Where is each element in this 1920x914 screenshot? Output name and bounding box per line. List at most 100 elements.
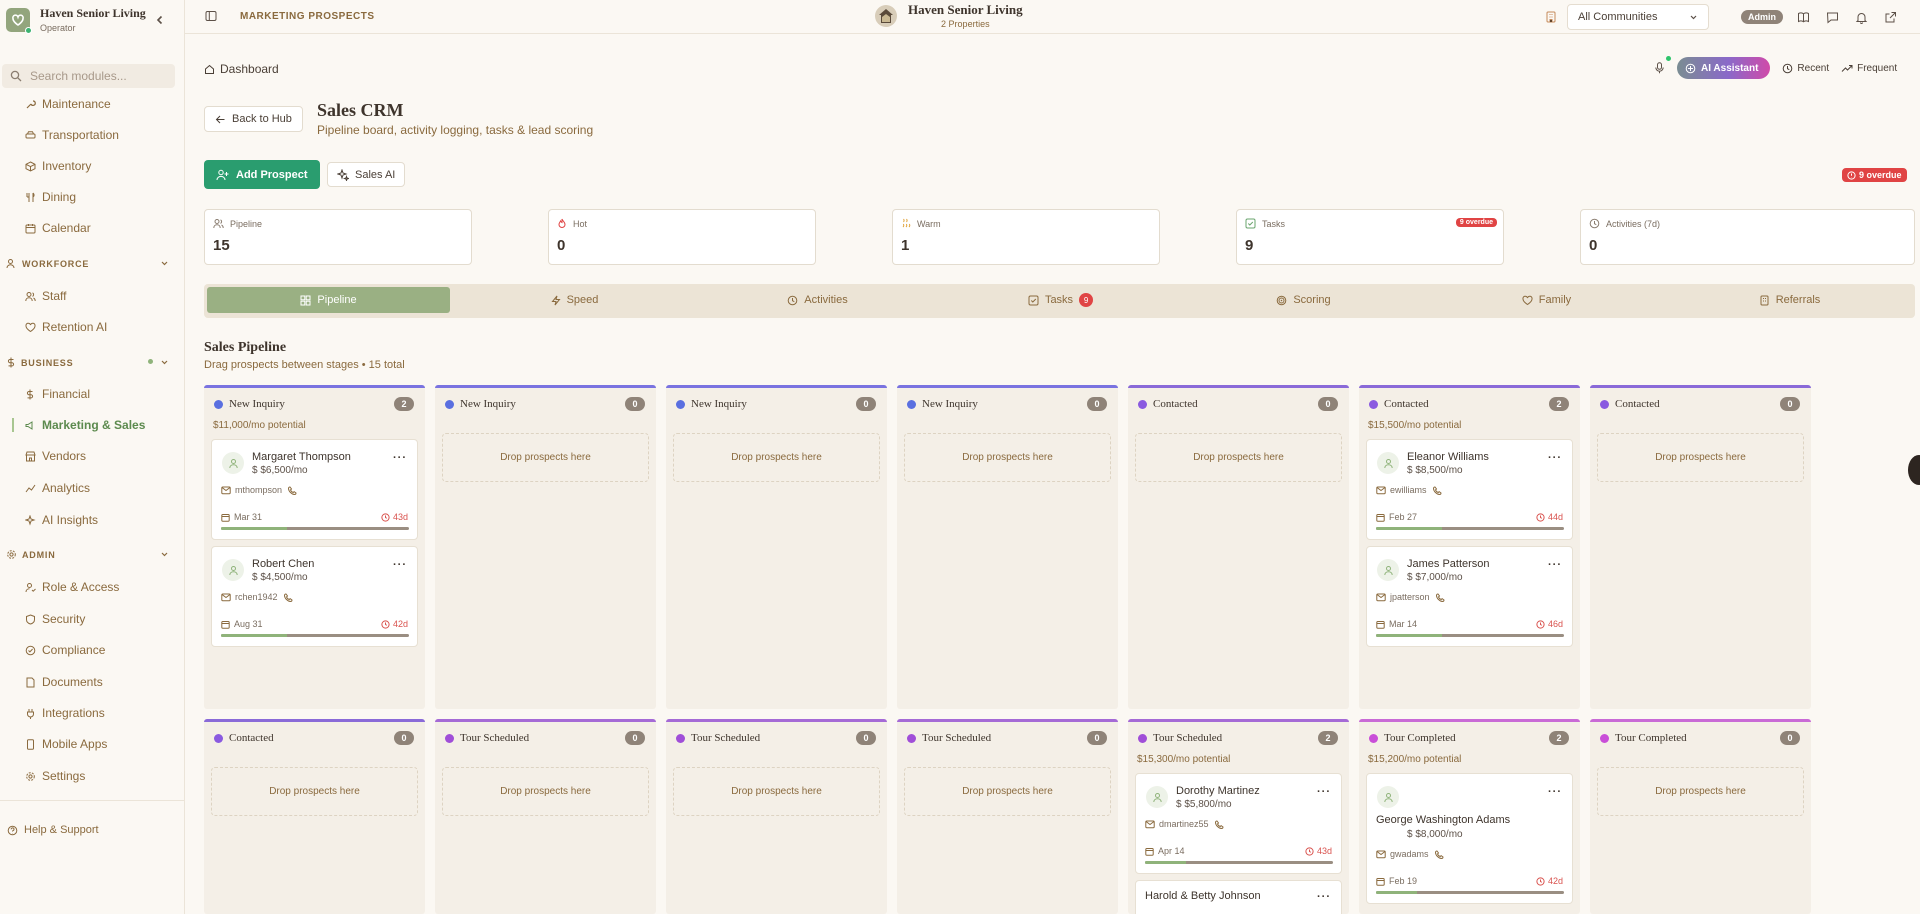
search-input[interactable]: Search modules...	[2, 64, 175, 88]
sidebar-item-inventory[interactable]: Inventory	[24, 159, 91, 173]
drop-zone[interactable]: Drop prospects here	[1135, 433, 1342, 482]
chevron-down-icon[interactable]	[160, 550, 169, 559]
drop-zone[interactable]: Drop prospects here	[904, 767, 1111, 816]
stat-card-tasks[interactable]: Tasks 9 9 overdue	[1236, 209, 1504, 265]
phone-icon[interactable]	[1214, 819, 1224, 829]
section-admin[interactable]: ADMIN	[6, 549, 56, 560]
chevron-left-icon[interactable]	[154, 14, 166, 26]
sidebar-item-vendors[interactable]: Vendors	[24, 449, 86, 463]
panel-toggle-icon[interactable]	[205, 10, 217, 22]
chevron-down-icon[interactable]	[160, 358, 169, 367]
phone-icon[interactable]	[283, 592, 293, 602]
more-menu-icon[interactable]: ···	[1548, 559, 1562, 571]
drop-zone[interactable]: Drop prospects here	[673, 767, 880, 816]
pipeline-column[interactable]: Contacted 0 Drop prospects here	[1128, 385, 1349, 709]
pipeline-column[interactable]: Tour Completed 0 Drop prospects here	[1590, 719, 1811, 914]
drop-zone[interactable]: Drop prospects here	[1597, 767, 1804, 816]
pipeline-column[interactable]: New Inquiry 0 Drop prospects here	[897, 385, 1118, 709]
stat-card-hot[interactable]: Hot 0	[548, 209, 816, 265]
more-menu-icon[interactable]: ···	[1317, 786, 1331, 798]
sidebar-item-dining[interactable]: Dining	[24, 190, 76, 204]
brand[interactable]: Haven Senior Living Operator	[6, 6, 146, 34]
microphone-icon[interactable]	[1654, 56, 1671, 74]
org-switcher[interactable]: Haven Senior Living 2 Properties	[875, 2, 1023, 29]
sidebar-item-maintenance[interactable]: Maintenance	[24, 97, 111, 111]
prospect-card[interactable]: Margaret Thompson $ $6,500/mo ··· mthomp…	[211, 439, 418, 540]
prospect-card[interactable]: Harold & Betty Johnson ···	[1135, 880, 1342, 914]
phone-icon[interactable]	[1432, 485, 1442, 495]
more-menu-icon[interactable]: ···	[1548, 452, 1562, 464]
tab-pipeline[interactable]: Pipeline	[207, 287, 450, 313]
tab-tasks[interactable]: Tasks 9	[939, 287, 1182, 313]
back-to-hub-button[interactable]: Back to Hub	[204, 106, 303, 132]
pipeline-column[interactable]: Tour Completed 2 $15,200/mo potential Ge…	[1359, 719, 1580, 914]
more-menu-icon[interactable]: ···	[1548, 786, 1562, 798]
tab-family[interactable]: Family	[1425, 287, 1668, 313]
pipeline-column[interactable]: Contacted 0 Drop prospects here	[1590, 385, 1811, 709]
pipeline-column[interactable]: Contacted 0 Drop prospects here	[204, 719, 425, 914]
phone-icon[interactable]	[1434, 849, 1444, 859]
message-icon[interactable]	[1826, 11, 1839, 24]
drop-zone[interactable]: Drop prospects here	[442, 433, 649, 482]
sidebar-item-calendar[interactable]: Calendar	[24, 221, 91, 235]
section-business[interactable]: BUSINESS	[6, 357, 73, 368]
prospect-card[interactable]: Eleanor Williams $ $8,500/mo ··· ewillia…	[1366, 439, 1573, 540]
floating-handle[interactable]	[1908, 455, 1920, 485]
recent-button[interactable]: Recent	[1782, 63, 1829, 74]
more-menu-icon[interactable]: ···	[393, 452, 407, 464]
sidebar-item-marketing-sales[interactable]: Marketing & Sales	[24, 418, 145, 432]
drop-zone[interactable]: Drop prospects here	[442, 767, 649, 816]
add-prospect-button[interactable]: Add Prospect	[204, 160, 320, 189]
tab-activities[interactable]: Activities	[696, 287, 939, 313]
sidebar-item-mobile-apps[interactable]: Mobile Apps	[24, 737, 107, 751]
pipeline-column[interactable]: Tour Scheduled 0 Drop prospects here	[666, 719, 887, 914]
prospect-card[interactable]: Dorothy Martinez $ $5,800/mo ··· dmartin…	[1135, 773, 1342, 874]
sidebar-item-role-access[interactable]: Role & Access	[24, 580, 119, 594]
prospect-card[interactable]: James Patterson $ $7,000/mo ··· jpatters…	[1366, 546, 1573, 647]
sidebar-item-compliance[interactable]: Compliance	[24, 643, 105, 657]
tab-speed[interactable]: Speed	[453, 287, 696, 313]
pipeline-column[interactable]: Tour Scheduled 0 Drop prospects here	[435, 719, 656, 914]
drop-zone[interactable]: Drop prospects here	[1597, 433, 1804, 482]
more-menu-icon[interactable]: ···	[393, 559, 407, 571]
drop-zone[interactable]: Drop prospects here	[211, 767, 418, 816]
external-link-icon[interactable]	[1884, 11, 1897, 24]
prospect-card[interactable]: Robert Chen $ $4,500/mo ··· rchen1942 Au…	[211, 546, 418, 647]
drop-zone[interactable]: Drop prospects here	[904, 433, 1111, 482]
chevron-down-icon[interactable]	[160, 259, 169, 268]
sidebar-item-documents[interactable]: Documents	[24, 675, 103, 689]
section-workforce[interactable]: WORKFORCE	[6, 258, 89, 269]
overdue-badge[interactable]: 9 overdue	[1842, 168, 1907, 182]
sidebar-item-financial[interactable]: Financial	[24, 387, 90, 401]
sales-ai-button[interactable]: Sales AI	[327, 162, 406, 187]
tab-scoring[interactable]: Scoring	[1182, 287, 1425, 313]
stat-card-pipeline[interactable]: Pipeline 15	[204, 209, 472, 265]
pipeline-column[interactable]: Contacted 2 $15,500/mo potential Eleanor…	[1359, 385, 1580, 709]
sidebar-item-transportation[interactable]: Transportation	[24, 128, 119, 142]
pipeline-column[interactable]: Tour Scheduled 2 $15,300/mo potential Do…	[1128, 719, 1349, 914]
sidebar-item-retention-ai[interactable]: Retention AI	[24, 320, 107, 334]
sidebar-item-analytics[interactable]: Analytics	[24, 481, 90, 495]
sidebar-item-settings[interactable]: Settings	[24, 769, 85, 783]
sidebar-item-integrations[interactable]: Integrations	[24, 706, 105, 720]
prospect-card[interactable]: George Washington Adams $ $8,000/mo ··· …	[1366, 773, 1573, 904]
sidebar-item-staff[interactable]: Staff	[24, 289, 66, 303]
community-select[interactable]: All Communities	[1567, 4, 1709, 30]
breadcrumb[interactable]: Dashboard	[204, 62, 279, 76]
pipeline-column[interactable]: New Inquiry 0 Drop prospects here	[435, 385, 656, 709]
frequent-button[interactable]: Frequent	[1841, 63, 1897, 74]
more-menu-icon[interactable]: ···	[1317, 891, 1331, 903]
drop-zone[interactable]: Drop prospects here	[673, 433, 880, 482]
bell-icon[interactable]	[1855, 11, 1868, 24]
sidebar-item-security[interactable]: Security	[24, 612, 85, 626]
ai-assistant-button[interactable]: AI Assistant	[1677, 57, 1771, 79]
pipeline-column[interactable]: New Inquiry 0 Drop prospects here	[666, 385, 887, 709]
tab-referrals[interactable]: Referrals	[1668, 287, 1911, 313]
phone-icon[interactable]	[288, 485, 297, 495]
book-icon[interactable]	[1797, 11, 1810, 24]
help-support-link[interactable]: Help & Support	[7, 824, 99, 836]
sidebar-item-ai-insights[interactable]: AI Insights	[24, 513, 98, 527]
phone-icon[interactable]	[1435, 592, 1445, 602]
stat-card-activities[interactable]: Activities (7d) 0	[1580, 209, 1915, 265]
pipeline-column[interactable]: New Inquiry 2 $11,000/mo potential Marga…	[204, 385, 425, 709]
